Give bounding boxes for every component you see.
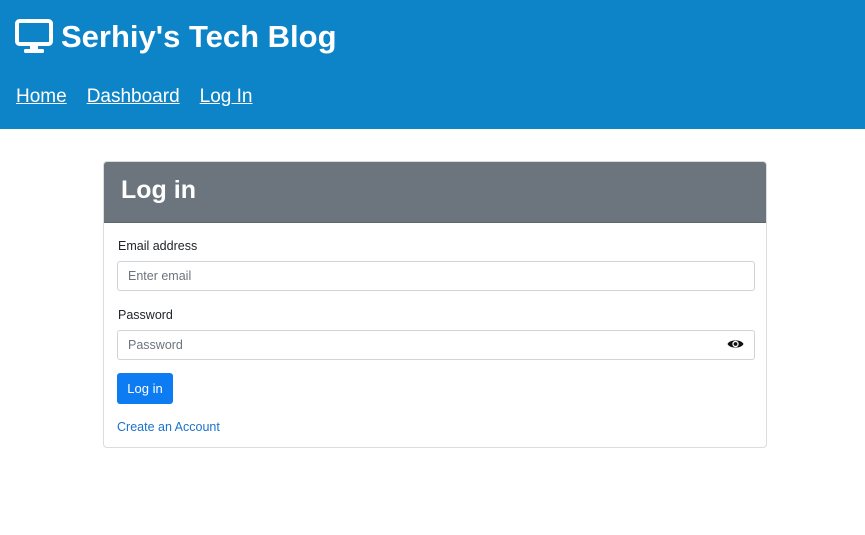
nav-login-link[interactable]: Log In xyxy=(200,84,253,110)
main-nav: Home Dashboard Log In xyxy=(16,84,252,110)
brand[interactable]: Serhiy's Tech Blog xyxy=(15,17,337,57)
site-title: Serhiy's Tech Blog xyxy=(61,19,337,54)
login-card-title: Log in xyxy=(121,176,196,204)
site-header: Serhiy's Tech Blog Home Dashboard Log In xyxy=(0,0,865,129)
nav-dashboard-link[interactable]: Dashboard xyxy=(87,84,180,110)
create-account-link[interactable]: Create an Account xyxy=(117,419,220,435)
password-label: Password xyxy=(118,308,173,322)
login-card-header: Log in xyxy=(104,162,766,223)
eye-icon[interactable] xyxy=(727,338,744,350)
email-label: Email address xyxy=(118,239,198,253)
login-card: Log in Email address Password Log in Cre… xyxy=(103,161,767,448)
email-field[interactable] xyxy=(117,261,755,291)
password-field[interactable] xyxy=(117,330,755,360)
login-button[interactable]: Log in xyxy=(117,373,173,404)
nav-home-link[interactable]: Home xyxy=(16,84,67,110)
monitor-icon xyxy=(15,19,53,53)
